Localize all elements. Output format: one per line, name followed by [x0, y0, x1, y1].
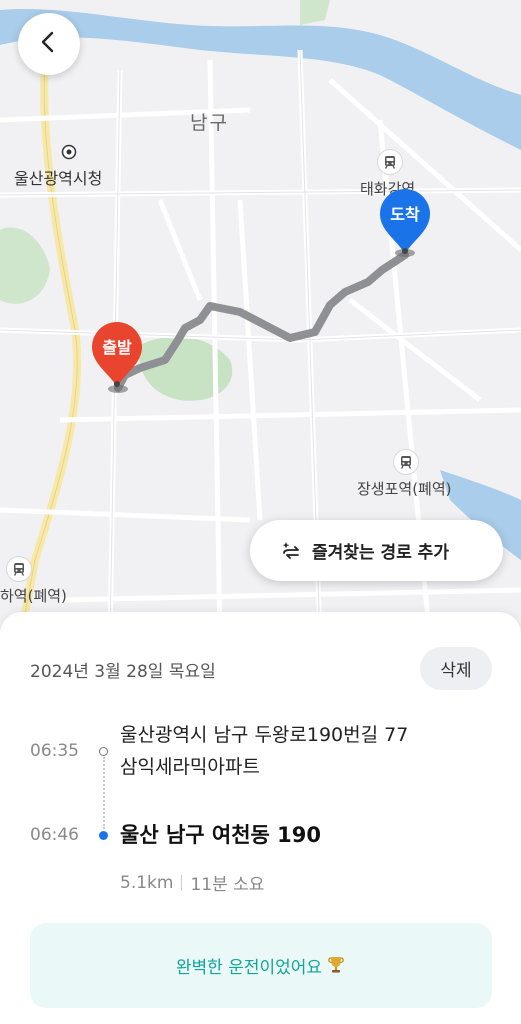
- jangsaengpo-station-label: 장생포역(폐역): [357, 480, 452, 498]
- add-favorite-route-button[interactable]: 즐겨찾는 경로 추가: [250, 520, 503, 581]
- back-button[interactable]: [18, 13, 80, 75]
- map-view[interactable]: 남구 울산광역시청 태화강역 장생포역(폐역) 하역(폐역) 출발 도착 즐겨찾…: [0, 0, 521, 640]
- start-pin-label: 출발: [102, 338, 132, 357]
- trophy-icon: [326, 954, 346, 978]
- city-hall-icon: [61, 144, 77, 164]
- trip-date: 2024년 3월 28일 목요일: [30, 662, 216, 682]
- meta-divider: [181, 874, 183, 891]
- trip-detail-sheet: 2024년 3월 28일 목요일 삭제 06:35 울산광역시 남구 두왕로19…: [0, 612, 521, 1024]
- driving-feedback-text: 완벽한 운전이었어요: [175, 958, 323, 978]
- trip-meta: 5.1km 11분 소요: [120, 870, 265, 896]
- end-time: 06:46: [30, 825, 79, 845]
- train-station-icon: [6, 556, 32, 582]
- add-favorite-route-label: 즐겨찾는 경로 추가: [312, 543, 449, 563]
- station-left-label: 하역(폐역): [0, 587, 67, 605]
- trip-distance: 5.1km: [120, 872, 174, 893]
- start-pin[interactable]: 출발: [90, 320, 144, 390]
- driving-feedback-banner: 완벽한 운전이었어요: [30, 923, 492, 1008]
- train-station-icon: [377, 149, 403, 175]
- end-pin-label: 도착: [390, 205, 420, 224]
- end-address: 울산 남구 여천동 190: [120, 823, 322, 847]
- train-station-icon: [393, 449, 419, 475]
- trip-duration: 11분 소요: [190, 875, 265, 895]
- start-address-line1: 울산광역시 남구 두왕로190번길 77: [120, 724, 409, 746]
- chevron-left-icon: [37, 30, 61, 58]
- district-label: 남구: [190, 112, 229, 134]
- route-star-icon: [280, 538, 302, 564]
- start-time: 06:35: [30, 741, 79, 761]
- start-address-line2: 삼익세라믹아파트: [120, 756, 260, 778]
- end-dot-icon: [99, 831, 108, 840]
- timeline-connector: [103, 757, 105, 829]
- city-hall-label: 울산광역시청: [14, 169, 103, 188]
- delete-button[interactable]: 삭제: [420, 647, 492, 690]
- end-pin[interactable]: 도착: [378, 187, 432, 257]
- start-dot-icon: [99, 747, 108, 756]
